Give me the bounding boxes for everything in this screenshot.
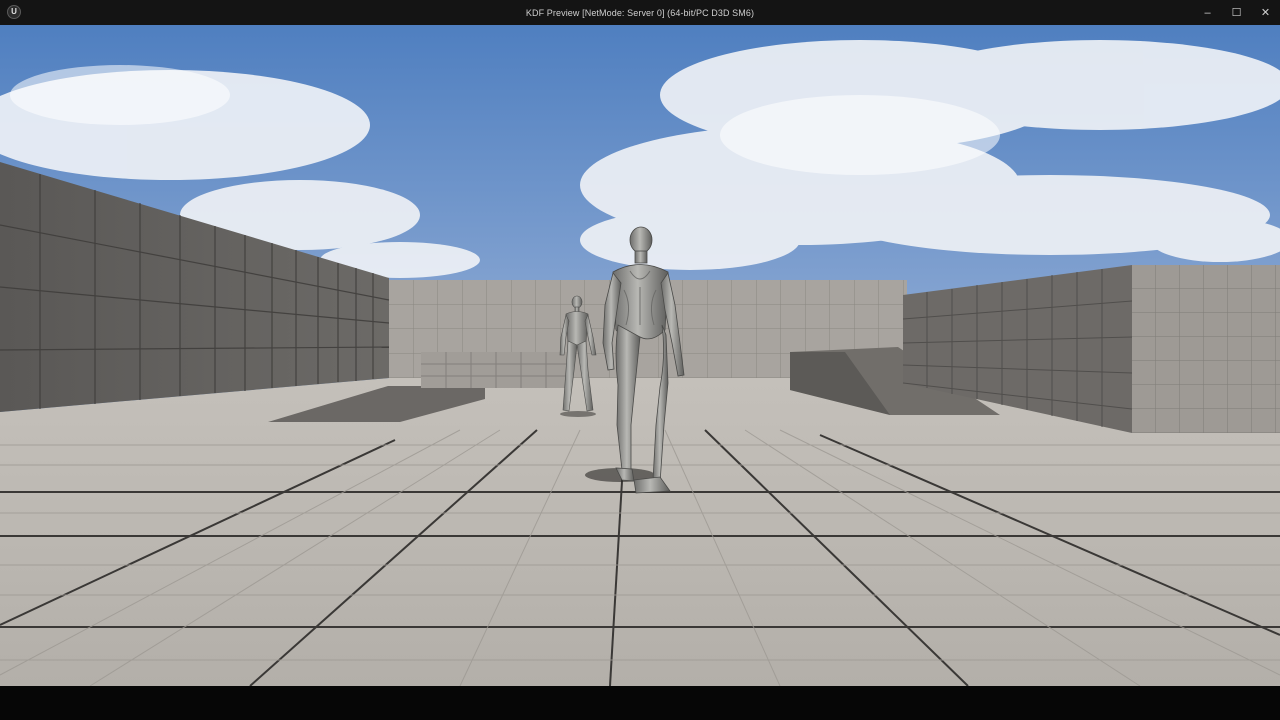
maximize-icon: ☐ <box>1231 7 1242 19</box>
close-icon: ✕ <box>1260 7 1271 19</box>
maximize-button[interactable]: ☐ <box>1222 0 1251 25</box>
minimize-icon: – <box>1204 6 1211 19</box>
level-scene <box>0 25 1280 686</box>
right-block-front <box>1132 265 1280 433</box>
window-controls: – ☐ ✕ <box>1193 0 1280 25</box>
game-viewport[interactable] <box>0 25 1280 686</box>
floor <box>0 378 1280 686</box>
bottom-letterbox <box>0 686 1280 720</box>
game-window: U KDF Preview [NetMode: Server 0] (64-bi… <box>0 0 1280 720</box>
close-button[interactable]: ✕ <box>1251 0 1280 25</box>
window-title: KDF Preview [NetMode: Server 0] (64-bit/… <box>525 7 755 18</box>
unreal-logo-icon: U <box>7 5 21 19</box>
minimize-button[interactable]: – <box>1193 0 1222 25</box>
title-bar[interactable]: U KDF Preview [NetMode: Server 0] (64-bi… <box>0 0 1280 25</box>
